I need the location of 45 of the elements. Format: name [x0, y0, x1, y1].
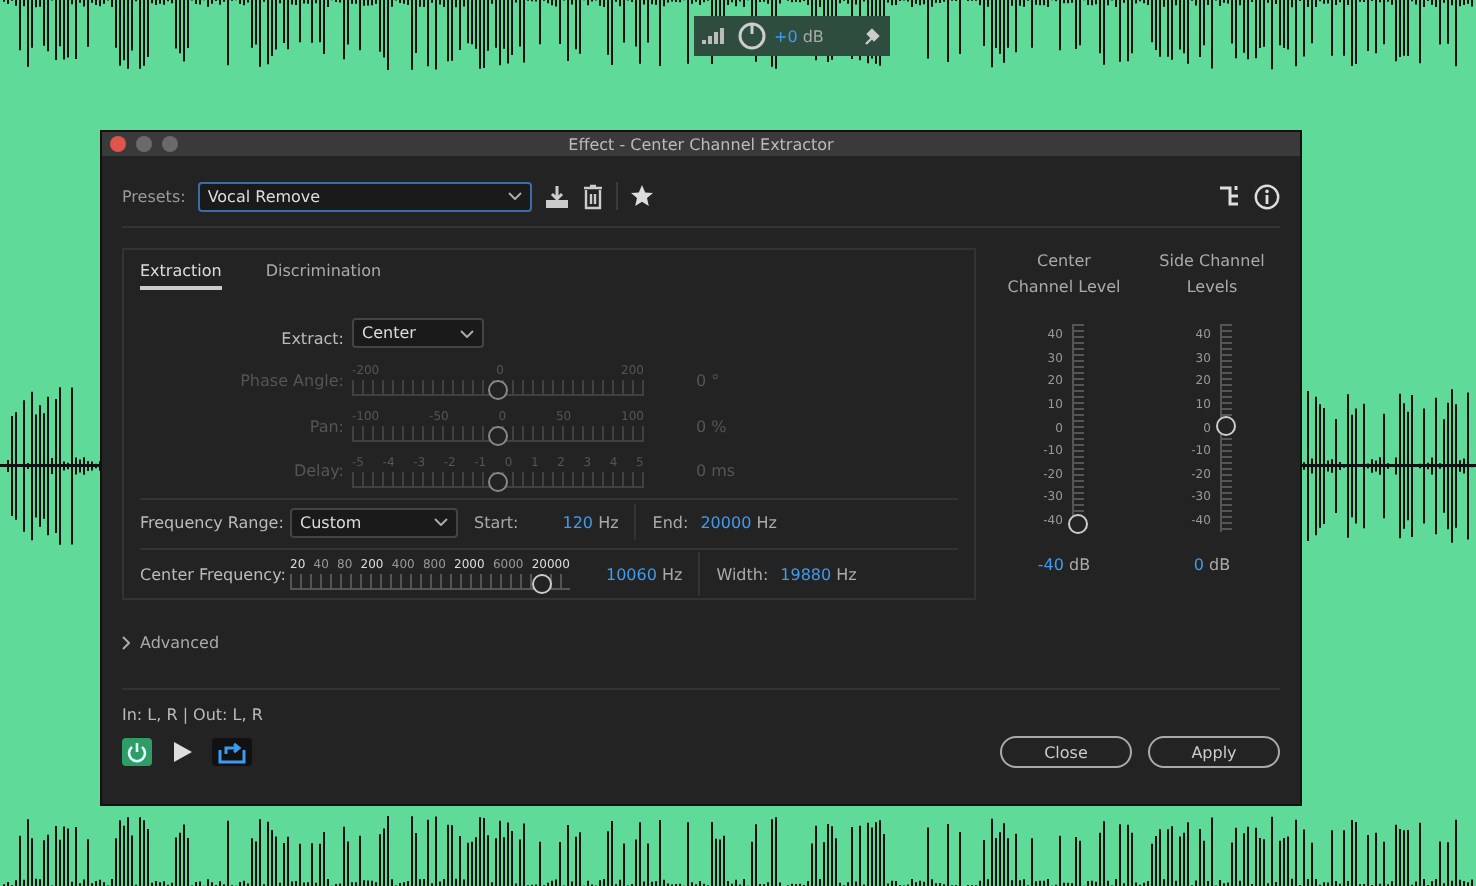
start-label: Start: — [474, 513, 519, 532]
presets-dropdown[interactable]: Vocal Remove — [197, 181, 532, 211]
frequency-range-label: Frequency Range: — [138, 513, 286, 532]
close-window-button[interactable] — [110, 136, 126, 152]
width-value[interactable]: 19880 Hz — [780, 565, 857, 584]
frequency-range-dropdown[interactable]: Custom — [290, 507, 458, 538]
level-title: Side Channel Levels — [1157, 250, 1267, 300]
chevron-right-icon — [122, 636, 130, 650]
end-label: End: — [652, 513, 689, 532]
advanced-expander[interactable]: Advanced — [122, 634, 220, 652]
tab[interactable]: Extraction — [140, 262, 222, 290]
center-frequency-label: Center Frequency: — [138, 565, 288, 584]
chevron-down-icon — [434, 518, 448, 527]
trash-icon[interactable] — [581, 183, 604, 209]
knob-icon[interactable] — [738, 22, 766, 50]
dialog-button[interactable]: Apply — [1148, 736, 1280, 768]
extract-label: Extract: — [279, 329, 346, 347]
level-title: Center Channel Level — [1005, 250, 1123, 300]
chevron-down-icon — [460, 329, 474, 337]
routing-text: In: L, R | Out: L, R — [122, 706, 263, 724]
info-icon[interactable] — [1254, 183, 1280, 209]
chevron-down-icon — [507, 192, 522, 200]
extract-dropdown[interactable]: Center — [352, 318, 484, 348]
slider-thumb[interactable] — [532, 574, 552, 595]
presets-label: Presets: — [122, 187, 186, 205]
dialog-button[interactable]: Close — [1000, 736, 1132, 768]
routing-icon[interactable] — [1218, 184, 1242, 208]
pin-icon[interactable] — [862, 26, 882, 46]
window-title: Effect - Center Channel Extractor — [566, 135, 836, 153]
start-value[interactable]: 120 Hz — [562, 513, 619, 532]
tab[interactable]: Discrimination — [265, 262, 382, 290]
level-value[interactable]: 0 dB — [1193, 556, 1231, 574]
play-button[interactable] — [168, 738, 196, 766]
download-icon[interactable] — [543, 183, 570, 209]
width-label: Width: — [716, 565, 769, 584]
power-button[interactable] — [122, 738, 152, 766]
center-frequency-value[interactable]: 10060 Hz — [606, 565, 683, 584]
volume-reading: +0 dB — [774, 27, 824, 45]
loop-button[interactable] — [212, 738, 252, 766]
slider-thumb[interactable] — [1068, 513, 1089, 534]
level-value[interactable]: -40 dB — [1037, 556, 1091, 574]
slider-thumb[interactable] — [1216, 416, 1237, 436]
end-value[interactable]: 20000 Hz — [700, 513, 777, 532]
signal-icon — [702, 26, 730, 46]
star-icon[interactable] — [629, 184, 654, 208]
